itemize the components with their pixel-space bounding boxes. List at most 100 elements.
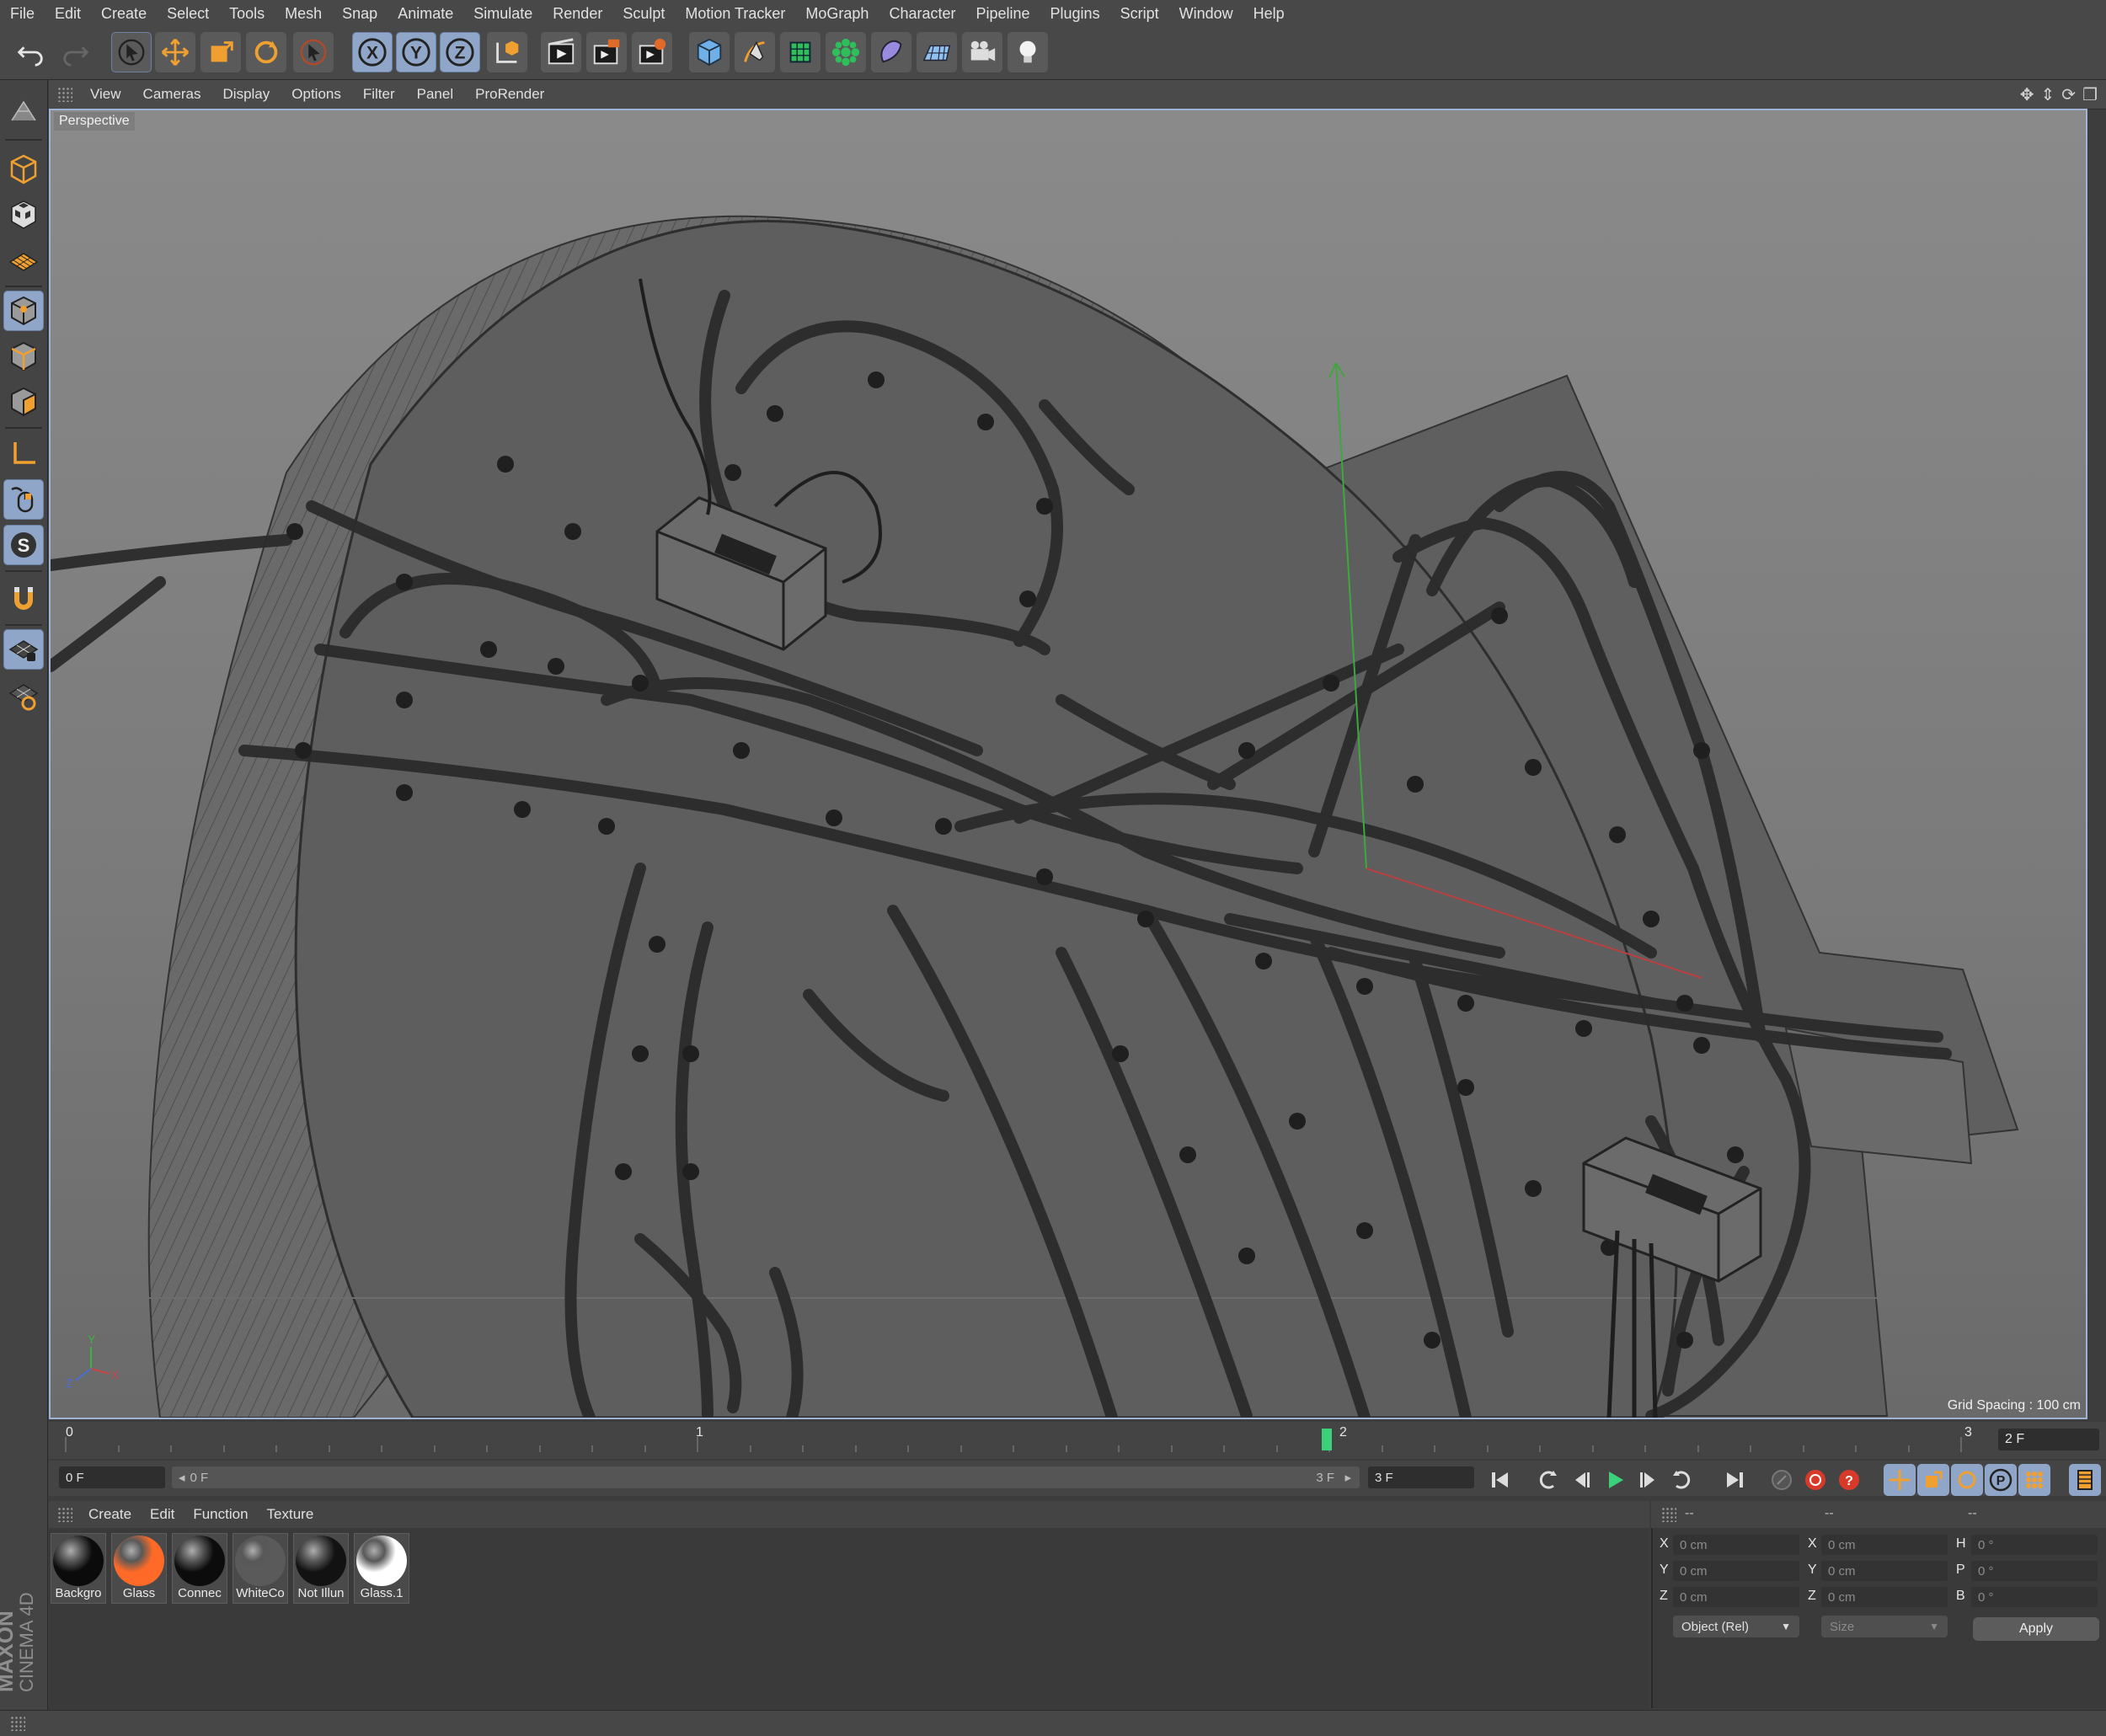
menu-pipeline[interactable]: Pipeline: [965, 5, 1040, 23]
menu-mograph[interactable]: MoGraph: [795, 5, 879, 23]
snap-grid-icon[interactable]: [3, 629, 44, 670]
material-swatch[interactable]: WhiteCo: [233, 1533, 288, 1604]
polygons-mode-icon[interactable]: [3, 382, 44, 422]
axis-mode-icon[interactable]: [3, 434, 44, 474]
play-icon[interactable]: [1599, 1464, 1631, 1496]
menu-help[interactable]: Help: [1243, 5, 1295, 23]
viewport-maximize-icon[interactable]: ❐: [2082, 84, 2098, 105]
deformer-icon[interactable]: [871, 32, 911, 72]
menu-tools[interactable]: Tools: [219, 5, 275, 23]
material-menu-texture[interactable]: Texture: [258, 1506, 323, 1523]
menu-window[interactable]: Window: [1169, 5, 1243, 23]
viewport-menu-options[interactable]: Options: [281, 86, 352, 103]
z-axis-icon[interactable]: Z: [440, 32, 480, 72]
camera-icon[interactable]: [962, 32, 1002, 72]
undo-icon[interactable]: [10, 32, 51, 72]
menu-animate[interactable]: Animate: [388, 5, 463, 23]
coordinate-mode-dropdown[interactable]: Object (Rel) ▼: [1673, 1616, 1799, 1637]
panel-grip-icon[interactable]: [10, 1716, 25, 1731]
position-x-field[interactable]: 0 cm: [1673, 1535, 1799, 1555]
rotation-p-field[interactable]: 0 °: [1971, 1561, 2098, 1581]
snap-settings-icon[interactable]: [3, 675, 44, 715]
rotation-b-field[interactable]: 0 °: [1971, 1587, 2098, 1607]
magnet-icon[interactable]: [3, 579, 44, 619]
rotate-icon[interactable]: [246, 32, 286, 72]
solo-icon[interactable]: S: [3, 525, 44, 565]
floor-icon[interactable]: [917, 32, 957, 72]
redo-icon[interactable]: [56, 32, 96, 72]
live-selection-icon[interactable]: [111, 32, 152, 72]
viewport-menu-cameras[interactable]: Cameras: [132, 86, 212, 103]
menu-file[interactable]: File: [0, 5, 45, 23]
viewport-menu-filter[interactable]: Filter: [352, 86, 406, 103]
cube-icon[interactable]: [689, 32, 730, 72]
key-rotation-icon[interactable]: [1951, 1464, 1983, 1496]
material-swatch[interactable]: Glass.1: [354, 1533, 409, 1604]
position-y-field[interactable]: 0 cm: [1673, 1561, 1799, 1581]
menu-edit[interactable]: Edit: [45, 5, 91, 23]
light-icon[interactable]: [1008, 32, 1048, 72]
go-to-end-icon[interactable]: [1718, 1464, 1751, 1496]
menu-sculpt[interactable]: Sculpt: [612, 5, 675, 23]
make-editable-icon[interactable]: [3, 92, 44, 132]
pen-icon[interactable]: [735, 32, 775, 72]
previous-key-icon[interactable]: [1531, 1464, 1563, 1496]
record-keys-off-icon[interactable]: [1766, 1464, 1798, 1496]
frame-range-slider[interactable]: ◂ 0 F 3 F ▸: [172, 1466, 1360, 1488]
material-menu-edit[interactable]: Edit: [141, 1506, 184, 1523]
viewport-orbit-icon[interactable]: ⟳: [2061, 84, 2076, 105]
end-frame-field[interactable]: 3 F: [1368, 1466, 1474, 1488]
key-point-level-icon[interactable]: [2018, 1464, 2050, 1496]
material-swatch[interactable]: Connec: [172, 1533, 227, 1604]
x-axis-icon[interactable]: X: [352, 32, 393, 72]
coordinate-system-icon[interactable]: [487, 32, 527, 72]
tweak-mode-icon[interactable]: [3, 479, 44, 520]
viewport-dolly-icon[interactable]: ⇕: [2041, 84, 2055, 105]
material-swatch[interactable]: Not Illun: [293, 1533, 349, 1604]
key-scale-icon[interactable]: [1917, 1464, 1949, 1496]
perspective-viewport[interactable]: Y X Z: [49, 109, 2087, 1419]
material-menu-function[interactable]: Function: [184, 1506, 257, 1523]
autokeying-icon[interactable]: ?: [1833, 1464, 1865, 1496]
apply-button[interactable]: Apply: [1973, 1617, 2099, 1641]
menu-motion-tracker[interactable]: Motion Tracker: [675, 5, 795, 23]
rotation-h-field[interactable]: 0 °: [1971, 1535, 2098, 1555]
move-icon[interactable]: [155, 32, 195, 72]
workplane-mode-icon[interactable]: [3, 240, 44, 280]
size-mode-dropdown[interactable]: Size ▼: [1821, 1616, 1948, 1637]
viewport-menu-display[interactable]: Display: [212, 86, 281, 103]
menu-mesh[interactable]: Mesh: [275, 5, 332, 23]
cloner-icon[interactable]: [826, 32, 866, 72]
next-key-icon[interactable]: [1666, 1464, 1698, 1496]
menu-character[interactable]: Character: [879, 5, 965, 23]
material-swatch[interactable]: Backgro: [51, 1533, 106, 1604]
menu-create[interactable]: Create: [91, 5, 157, 23]
points-mode-icon[interactable]: [3, 291, 44, 331]
edges-mode-icon[interactable]: [3, 336, 44, 377]
menu-snap[interactable]: Snap: [332, 5, 388, 23]
go-to-start-icon[interactable]: [1484, 1464, 1516, 1496]
viewport-menu-view[interactable]: View: [79, 86, 132, 103]
timeline-window-icon[interactable]: [2069, 1464, 2101, 1496]
material-swatch[interactable]: Glass: [111, 1533, 167, 1604]
menu-render[interactable]: Render: [543, 5, 612, 23]
viewport-camera-label[interactable]: Perspective: [54, 112, 135, 131]
next-frame-icon[interactable]: [1633, 1464, 1665, 1496]
previous-frame-icon[interactable]: [1565, 1464, 1597, 1496]
viewport-pan-icon[interactable]: ✥: [2020, 84, 2034, 105]
record-active-objects-icon[interactable]: [1799, 1464, 1831, 1496]
subdivision-surface-icon[interactable]: [780, 32, 820, 72]
render-view-icon[interactable]: [541, 32, 581, 72]
timeline-ruler[interactable]: 0 1 2 3: [64, 1425, 1976, 1454]
current-frame-field[interactable]: 2 F: [1998, 1429, 2099, 1450]
panel-grip-icon[interactable]: [57, 87, 72, 102]
panel-grip-icon[interactable]: [1661, 1507, 1676, 1522]
material-menu-create[interactable]: Create: [79, 1506, 141, 1523]
start-frame-field[interactable]: 0 F: [59, 1466, 165, 1488]
render-picture-viewer-icon[interactable]: [586, 32, 627, 72]
recent-tool-icon[interactable]: [293, 32, 334, 72]
viewport-menu-panel[interactable]: Panel: [406, 86, 464, 103]
size-z-field[interactable]: 0 cm: [1821, 1587, 1948, 1607]
menu-select[interactable]: Select: [157, 5, 219, 23]
menu-script[interactable]: Script: [1110, 5, 1169, 23]
